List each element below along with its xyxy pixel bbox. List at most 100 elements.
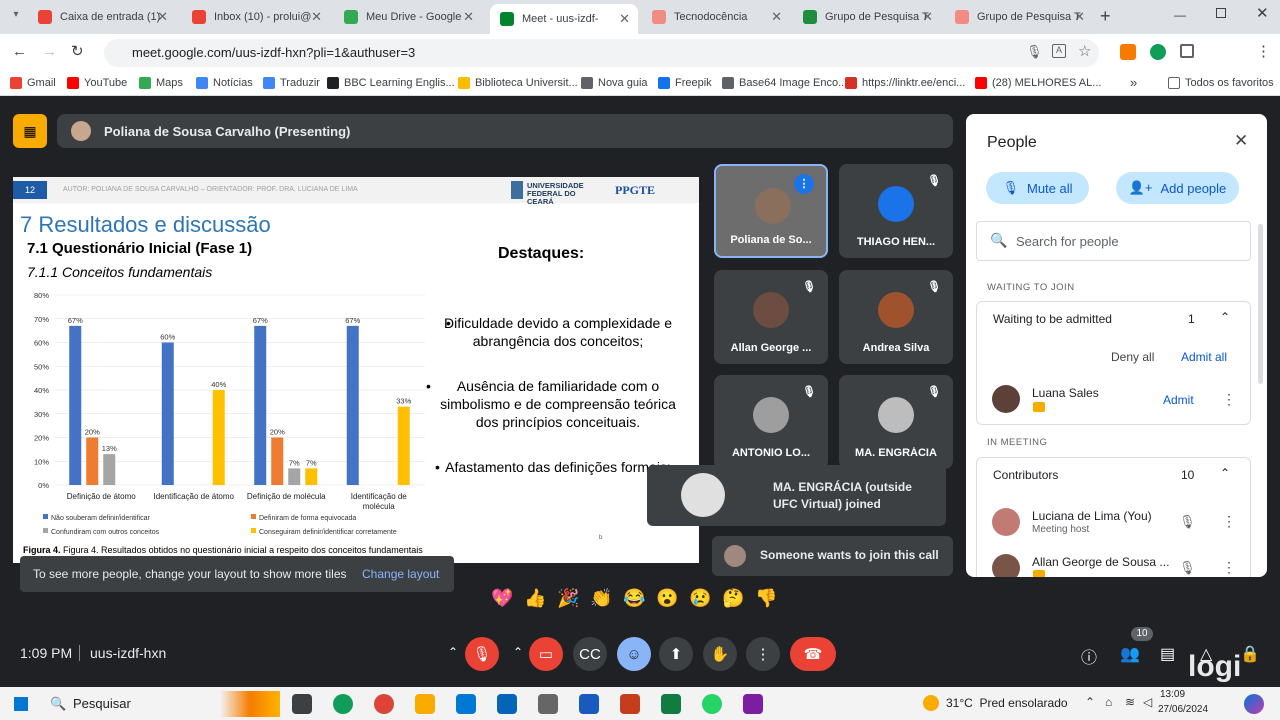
reaction-emoji[interactable]: 👍 xyxy=(523,588,548,618)
close-tab-icon[interactable]: ✕ xyxy=(463,9,474,25)
chevron-up-icon[interactable]: ⌃ xyxy=(1220,310,1230,324)
tab-1[interactable]: Inbox (10) - prolui@ ✕ xyxy=(182,4,330,30)
presentation-off-icon[interactable]: ▦ xyxy=(13,114,47,148)
chevron-up-icon[interactable]: ⌃ xyxy=(448,645,458,659)
close-tab-icon[interactable]: ✕ xyxy=(1074,9,1085,25)
bookmark-item[interactable]: Gmail xyxy=(10,77,56,89)
change-layout-link[interactable]: Change layout xyxy=(362,567,439,581)
mute-all-button[interactable]: 🎙 Mute all xyxy=(986,172,1089,204)
weather-text[interactable]: 31°C Pred ensolarado xyxy=(946,696,1068,710)
whatsapp-icon[interactable] xyxy=(702,694,722,714)
leave-call-button[interactable]: ☎ xyxy=(790,637,836,671)
participant-tile[interactable]: 🎙 Allan George ... xyxy=(714,270,828,364)
tab-search-icon[interactable]: ▾ xyxy=(8,9,24,25)
more-options-icon[interactable]: ⋮ xyxy=(1222,513,1236,530)
more-options-icon[interactable]: ⋮ xyxy=(1222,559,1236,576)
mic-icon[interactable]: 🎙 xyxy=(1026,44,1043,60)
microphone-off-button[interactable]: 🎙 xyxy=(465,637,499,671)
store-icon[interactable] xyxy=(456,694,476,714)
tab-5[interactable]: Grupo de Pesquisa T ✕ xyxy=(793,4,941,30)
reaction-emoji[interactable]: 😂 xyxy=(622,588,647,618)
tab-2[interactable]: Meu Drive - Google ✕ xyxy=(334,4,482,30)
raise-hand-button[interactable]: ✋ xyxy=(703,637,737,671)
participant-tile[interactable]: 🎙 Andrea Silva xyxy=(839,270,953,364)
reaction-emoji[interactable]: 😮 xyxy=(655,588,680,618)
deny-all-button[interactable]: Deny all xyxy=(1111,350,1154,364)
chevron-up-icon[interactable]: ⌃ xyxy=(1220,466,1230,480)
address-bar[interactable]: meet.google.com/uus-izdf-hxn?pli=1&authu… xyxy=(104,39,1099,67)
tab-0[interactable]: Caixa de entrada (1) ✕ xyxy=(28,4,176,30)
powerpoint-icon[interactable] xyxy=(620,694,640,714)
participant-tile[interactable]: 🎙 MA. ENGRÁCIA xyxy=(839,375,953,469)
back-icon[interactable]: ← xyxy=(12,43,27,60)
mail-icon[interactable] xyxy=(497,694,517,714)
participant-tile[interactable]: 🎙 ANTONIO LO... xyxy=(714,375,828,469)
word-icon[interactable] xyxy=(579,694,599,714)
contributors-label[interactable]: Contributors xyxy=(993,468,1058,482)
more-options-button[interactable]: ⋮ xyxy=(746,637,780,671)
reaction-emoji[interactable]: 🤔 xyxy=(721,588,746,618)
captions-button[interactable]: CC xyxy=(573,637,607,671)
close-tab-icon[interactable]: ✕ xyxy=(771,9,782,25)
bookmark-item[interactable]: Freepik xyxy=(658,77,712,89)
bookmark-item[interactable]: Traduzir xyxy=(263,77,320,89)
info-icon[interactable]: ⓘ xyxy=(1081,644,1097,668)
tab-4[interactable]: Tecnodocência ✕ xyxy=(642,4,790,30)
reaction-emoji[interactable]: 👏 xyxy=(589,588,614,618)
reaction-emoji[interactable]: 👎 xyxy=(754,588,779,618)
waiting-label[interactable]: Waiting to be admitted xyxy=(993,312,1112,326)
bookmark-item[interactable]: Notícias xyxy=(196,77,253,89)
copilot-icon[interactable] xyxy=(1244,694,1264,714)
close-tab-icon[interactable]: ✕ xyxy=(157,9,168,25)
more-bookmarks-icon[interactable]: » xyxy=(1130,75,1137,90)
close-tab-icon[interactable]: ✕ xyxy=(922,9,933,25)
scrollbar[interactable] xyxy=(1258,224,1263,384)
tab-3[interactable]: Meet - uus-izdf- ✕ xyxy=(490,4,638,34)
emoji-button[interactable]: ☺ xyxy=(617,637,651,671)
close-icon[interactable]: ✕ xyxy=(1234,131,1248,151)
windows-start-icon[interactable] xyxy=(14,697,28,711)
camera-off-button[interactable]: ▭ xyxy=(529,637,563,671)
close-tab-icon[interactable]: ✕ xyxy=(311,9,322,25)
new-tab-icon[interactable]: + xyxy=(1100,6,1111,27)
edge-icon[interactable] xyxy=(333,694,353,714)
bookmark-item[interactable]: Base64 Image Enco... xyxy=(722,77,847,89)
tray-chevron-icon[interactable]: ⌃ xyxy=(1085,695,1095,709)
bookmark-item[interactable]: https://linktr.ee/enci... xyxy=(845,77,965,89)
network-icon[interactable]: ⌂ xyxy=(1105,695,1112,709)
join-request-toast[interactable]: Someone wants to join this call xyxy=(712,536,953,576)
extension-icon[interactable] xyxy=(1150,44,1166,60)
people-icon[interactable]: 👥 xyxy=(1120,644,1140,664)
wifi-icon[interactable]: ≋ xyxy=(1125,695,1135,709)
translate-icon[interactable]: A xyxy=(1052,44,1066,58)
forward-icon[interactable]: → xyxy=(42,43,57,60)
bookmark-item[interactable]: (28) MELHORES AL... xyxy=(975,77,1101,89)
extensions-puzzle-icon[interactable] xyxy=(1180,44,1194,58)
bookmark-item[interactable]: YouTube xyxy=(67,77,127,89)
tab-6[interactable]: Grupo de Pesquisa T ✕ xyxy=(945,4,1093,30)
host-controls-icon[interactable]: 🔒 xyxy=(1240,644,1260,664)
bookmark-item[interactable]: Biblioteca Universit... xyxy=(458,77,578,89)
admit-all-button[interactable]: Admit all xyxy=(1181,350,1227,364)
reaction-emoji[interactable]: 🎉 xyxy=(556,588,581,618)
menu-kebab-icon[interactable]: ⋮ xyxy=(1256,42,1271,60)
search-input[interactable]: 🔍 Search for people xyxy=(976,221,1251,261)
participant-tile[interactable]: 🎙 THIAGO HEN... xyxy=(839,164,953,258)
close-window-icon[interactable]: ✕ xyxy=(1256,4,1269,22)
extension-icon[interactable] xyxy=(1120,44,1136,60)
close-tab-icon[interactable]: ✕ xyxy=(619,11,630,27)
app-icon[interactable] xyxy=(538,694,558,714)
app-icon[interactable] xyxy=(743,694,763,714)
all-bookmarks-folder[interactable]: Todos os favoritos xyxy=(1168,77,1274,89)
admit-button[interactable]: Admit xyxy=(1163,393,1194,407)
more-options-icon[interactable]: ⋮ xyxy=(1222,391,1236,408)
chevron-up-icon[interactable]: ⌃ xyxy=(513,645,523,659)
chrome-icon[interactable] xyxy=(374,694,394,714)
volume-icon[interactable]: ◁ xyxy=(1143,695,1152,709)
explorer-icon[interactable] xyxy=(415,694,435,714)
bookmark-item[interactable]: Nova guia xyxy=(581,77,648,89)
chat-icon[interactable]: ▤ xyxy=(1160,644,1175,664)
excel-icon[interactable] xyxy=(661,694,681,714)
participant-tile[interactable]: ⋮ Poliana de So... xyxy=(714,164,828,258)
taskbar-search[interactable]: Pesquisar xyxy=(73,696,131,711)
